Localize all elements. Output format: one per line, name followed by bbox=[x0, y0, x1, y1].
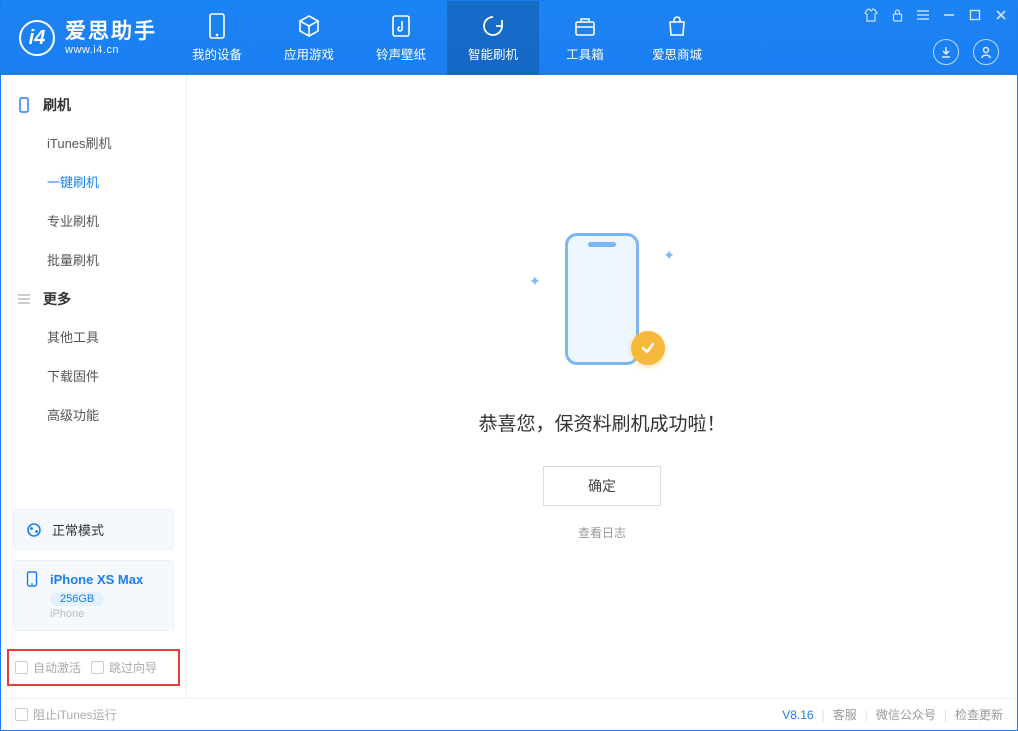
success-illustration: ✦ ✦ bbox=[527, 233, 677, 383]
download-icon[interactable] bbox=[933, 39, 959, 65]
app-url: www.i4.cn bbox=[65, 44, 157, 56]
menu-icon[interactable] bbox=[915, 7, 931, 23]
cube-icon bbox=[297, 14, 321, 38]
flash-options-highlight: 自动激活 跳过向导 bbox=[7, 649, 180, 686]
logo-icon: i4 bbox=[19, 20, 55, 56]
statusbar: 阻止iTunes运行 V8.16 | 客服 | 微信公众号 | 检查更新 bbox=[1, 698, 1017, 730]
tab-store[interactable]: 爱思商城 bbox=[631, 1, 723, 75]
app-name: 爱思助手 bbox=[65, 20, 157, 43]
sidebar-item-advanced[interactable]: 高级功能 bbox=[1, 395, 186, 434]
link-update[interactable]: 检查更新 bbox=[955, 706, 1003, 723]
mode-icon bbox=[26, 521, 44, 539]
checkbox-block-itunes[interactable]: 阻止iTunes运行 bbox=[15, 706, 117, 723]
tab-ringtones-wallpapers[interactable]: 铃声壁纸 bbox=[355, 1, 447, 75]
app-window: i4 爱思助手 www.i4.cn 我的设备 应用游戏 铃声壁纸 智能刷机 工具… bbox=[0, 0, 1018, 731]
checkbox-skip-guide[interactable]: 跳过向导 bbox=[91, 659, 157, 676]
version-label: V8.16 bbox=[782, 708, 813, 722]
shirt-icon[interactable] bbox=[863, 7, 879, 23]
link-support[interactable]: 客服 bbox=[833, 706, 857, 723]
user-icon[interactable] bbox=[973, 39, 999, 65]
device-mode-label: 正常模式 bbox=[52, 520, 104, 539]
link-wechat[interactable]: 微信公众号 bbox=[876, 706, 936, 723]
header-actions bbox=[933, 39, 999, 65]
tab-my-device[interactable]: 我的设备 bbox=[171, 1, 263, 75]
sidebar-item-itunes-flash[interactable]: iTunes刷机 bbox=[1, 123, 186, 162]
minimize-icon[interactable] bbox=[941, 7, 957, 23]
success-message: 恭喜您，保资料刷机成功啦！ bbox=[478, 409, 725, 436]
sidebar-group-more[interactable]: 更多 bbox=[1, 279, 186, 317]
checkmark-badge-icon bbox=[631, 331, 665, 365]
sidebar-item-other-tools[interactable]: 其他工具 bbox=[1, 317, 186, 356]
lock-icon[interactable] bbox=[889, 7, 905, 23]
device-type: iPhone bbox=[50, 608, 161, 620]
tab-toolbox[interactable]: 工具箱 bbox=[539, 1, 631, 75]
music-file-icon bbox=[389, 14, 413, 38]
view-log-link[interactable]: 查看日志 bbox=[578, 524, 626, 541]
close-icon[interactable] bbox=[993, 7, 1009, 23]
main-content: ✦ ✦ 恭喜您，保资料刷机成功啦！ 确定 查看日志 bbox=[187, 75, 1017, 698]
refresh-shield-icon bbox=[481, 14, 505, 38]
phone-icon bbox=[26, 571, 42, 587]
maximize-icon[interactable] bbox=[967, 7, 983, 23]
sidebar-group-flash[interactable]: 刷机 bbox=[1, 85, 186, 123]
sidebar-item-batch-flash[interactable]: 批量刷机 bbox=[1, 240, 186, 279]
ok-button[interactable]: 确定 bbox=[543, 466, 661, 506]
sidebar: 刷机 iTunes刷机 一键刷机 专业刷机 批量刷机 更多 其他工具 下载固件 … bbox=[1, 75, 187, 698]
main-tabs: 我的设备 应用游戏 铃声壁纸 智能刷机 工具箱 爱思商城 bbox=[171, 1, 723, 75]
checkbox-auto-activate[interactable]: 自动激活 bbox=[15, 659, 81, 676]
sidebar-item-pro-flash[interactable]: 专业刷机 bbox=[1, 201, 186, 240]
device-icon bbox=[205, 14, 229, 38]
phone-outline-icon bbox=[17, 97, 33, 113]
sidebar-item-onekey-flash[interactable]: 一键刷机 bbox=[1, 162, 186, 201]
device-name: iPhone XS Max bbox=[50, 572, 143, 587]
tab-apps-games[interactable]: 应用游戏 bbox=[263, 1, 355, 75]
body: 刷机 iTunes刷机 一键刷机 专业刷机 批量刷机 更多 其他工具 下载固件 … bbox=[1, 75, 1017, 698]
sparkle-icon: ✦ bbox=[529, 273, 541, 290]
logo: i4 爱思助手 www.i4.cn bbox=[1, 1, 171, 75]
window-controls bbox=[863, 7, 1009, 23]
phone-illustration-icon bbox=[565, 233, 639, 365]
tab-smart-flash[interactable]: 智能刷机 bbox=[447, 1, 539, 75]
list-icon bbox=[17, 293, 33, 305]
device-mode-card[interactable]: 正常模式 bbox=[13, 509, 174, 550]
toolbox-icon bbox=[573, 14, 597, 38]
bag-icon bbox=[665, 14, 689, 38]
device-info-card[interactable]: iPhone XS Max 256GB iPhone bbox=[13, 560, 174, 631]
titlebar: i4 爱思助手 www.i4.cn 我的设备 应用游戏 铃声壁纸 智能刷机 工具… bbox=[1, 1, 1017, 75]
sidebar-item-download-firmware[interactable]: 下载固件 bbox=[1, 356, 186, 395]
sparkle-icon: ✦ bbox=[663, 247, 675, 264]
device-capacity: 256GB bbox=[50, 592, 104, 606]
